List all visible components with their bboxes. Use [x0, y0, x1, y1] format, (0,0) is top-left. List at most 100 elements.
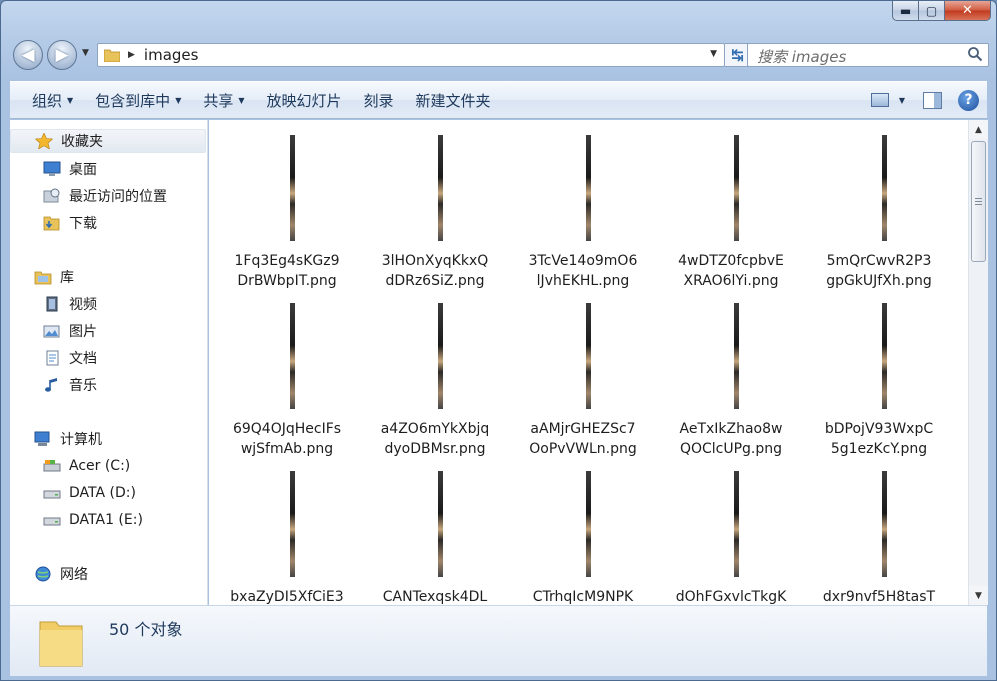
breadcrumb-images[interactable]: images	[144, 46, 199, 64]
scroll-thumb[interactable]	[971, 141, 986, 262]
search-icon[interactable]	[967, 46, 983, 62]
help-icon[interactable]: ?	[958, 89, 979, 111]
forward-button[interactable]: ▶	[47, 40, 77, 70]
include-in-library-menu[interactable]: 包含到库中 ▼	[84, 82, 192, 118]
close-button[interactable]: ✕	[945, 1, 991, 21]
file-item[interactable]: bxaZyDI5XfCiE3	[224, 471, 350, 605]
breadcrumb-arrow-icon[interactable]: ▶	[128, 50, 135, 60]
file-item[interactable]: a4ZO6mYkXbjq dyoDBMsr.png	[372, 303, 498, 463]
file-item[interactable]: dxr9nvf5H8tasT	[816, 471, 942, 605]
share-label: 共享	[203, 91, 234, 110]
back-button[interactable]: ◀	[13, 40, 43, 70]
file-name-line: lJvhEKHL.png	[536, 273, 630, 289]
new-folder-button[interactable]: 新建文件夹	[405, 82, 502, 118]
file-name-line: 3TcVe14o9mO6	[528, 253, 638, 269]
file-name: a4ZO6mYkXbjq dyoDBMsr.png	[372, 419, 498, 459]
file-item[interactable]: 4wDTZ0fcpbvE XRAO6lYi.png	[668, 135, 794, 295]
sidebar-item-computer[interactable]: 计算机	[10, 427, 206, 451]
file-name-line: dxr9nvf5H8tasT	[822, 589, 936, 605]
sidebar-item-music[interactable]: 音乐	[10, 373, 206, 397]
search-input[interactable]: 搜索 images	[747, 43, 989, 67]
downloads-folder-icon	[43, 216, 60, 231]
system-drive-icon	[43, 460, 61, 472]
star-icon	[35, 133, 53, 149]
change-view-icon[interactable]	[870, 93, 889, 107]
sidebar-item-label: 计算机	[60, 432, 102, 448]
address-bar[interactable]: ▶ images ▼	[97, 43, 725, 67]
sidebar-item-label: 视频	[69, 297, 97, 313]
file-name-line: dyoDBMsr.png	[384, 441, 486, 457]
file-item[interactable]: 5mQrCwvR2P3 gpGkUJfXh.png	[816, 135, 942, 295]
folder-icon	[104, 49, 120, 62]
file-item[interactable]: dOhFGxvlcTkgK	[668, 471, 794, 605]
file-name: 1Fq3Eg4sKGz9 DrBWbpIT.png	[224, 251, 350, 291]
sidebar-item-label: 收藏夹	[61, 134, 103, 150]
sidebar-item-network[interactable]: 网络	[10, 562, 206, 586]
organize-label: 组织	[32, 91, 63, 110]
maximize-button[interactable]: ▢	[919, 1, 945, 21]
organize-menu[interactable]: 组织 ▼	[10, 82, 84, 118]
sidebar-item-documents[interactable]: 文档	[10, 346, 206, 370]
file-name-line: dOhFGxvlcTkgK	[675, 589, 787, 605]
share-menu[interactable]: 共享 ▼	[192, 82, 255, 118]
network-icon	[35, 566, 51, 582]
navigation-pane: 收藏夹 桌面 最近访问的位置 下载 库 视频 图片 文档 音乐 计算机 Acer…	[10, 120, 208, 605]
file-item[interactable]: CTrhqIcM9NPK	[520, 471, 646, 605]
file-name: 4wDTZ0fcpbvE XRAO6lYi.png	[668, 251, 794, 291]
file-name-line: gpGkUJfXh.png	[826, 273, 932, 289]
sidebar-item-drive-e[interactable]: DATA1 (E:)	[10, 508, 206, 532]
scroll-down-icon[interactable]: ▼	[969, 586, 988, 605]
file-name-line: OoPvVWLn.png	[529, 441, 637, 457]
image-thumbnail	[734, 471, 739, 577]
address-dropdown-icon[interactable]: ▼	[710, 49, 717, 59]
file-name-line: QOClcUPg.png	[679, 441, 783, 457]
file-item[interactable]: 69Q4OJqHecIFs wjSfmAb.png	[224, 303, 350, 463]
file-name-line: bDPojV93WxpC	[824, 421, 934, 437]
burn-button[interactable]: 刻录	[353, 82, 405, 118]
file-name: aAMjrGHEZSc7 OoPvVWLn.png	[520, 419, 646, 459]
file-item[interactable]: bDPojV93WxpC 5g1ezKcY.png	[816, 303, 942, 463]
file-item[interactable]: 3TcVe14o9mO6 lJvhEKHL.png	[520, 135, 646, 295]
vertical-scrollbar[interactable]: ▲ ▼	[968, 120, 988, 605]
file-item[interactable]: 3lHOnXyqKkxQ dDRz6SiZ.png	[372, 135, 498, 295]
sidebar-item-pictures[interactable]: 图片	[10, 319, 206, 343]
image-thumbnail	[882, 135, 887, 241]
sidebar-item-label: 文档	[69, 351, 97, 367]
sidebar-item-favorites[interactable]: 收藏夹	[10, 129, 206, 153]
slideshow-button[interactable]: 放映幻灯片	[256, 82, 353, 118]
minimize-button[interactable]: ▬	[892, 1, 919, 21]
sidebar-item-desktop[interactable]: 桌面	[10, 157, 206, 181]
sidebar-item-libraries[interactable]: 库	[10, 265, 206, 289]
command-bar: 组织 ▼ 包含到库中 ▼ 共享 ▼ 放映幻灯片 刻录 新建文件夹 ▼ ?	[10, 81, 987, 119]
music-icon	[45, 378, 57, 392]
image-thumbnail	[734, 303, 739, 409]
sidebar-item-label: 桌面	[69, 162, 97, 178]
file-item[interactable]: aAMjrGHEZSc7 OoPvVWLn.png	[520, 303, 646, 463]
recent-pages-dropdown-icon[interactable]: ▼	[82, 48, 89, 58]
sidebar-item-downloads[interactable]: 下载	[10, 211, 206, 235]
file-name-line: 1Fq3Eg4sKGz9	[234, 253, 340, 269]
view-dropdown-icon[interactable]: ▼	[899, 96, 905, 105]
preview-pane-icon[interactable]	[923, 91, 942, 109]
sidebar-item-recent-places[interactable]: 最近访问的位置	[10, 184, 206, 208]
scroll-up-icon[interactable]: ▲	[969, 120, 988, 139]
sidebar-item-label: DATA1 (E:)	[69, 512, 143, 528]
file-name-line: AeTxIkZhao8w	[679, 421, 783, 437]
sidebar-item-drive-c[interactable]: Acer (C:)	[10, 454, 206, 478]
file-name-line: dDRz6SiZ.png	[385, 273, 485, 289]
sidebar-item-drive-d[interactable]: DATA (D:)	[10, 481, 206, 505]
image-thumbnail	[438, 303, 443, 409]
image-thumbnail	[882, 303, 887, 409]
file-item[interactable]: AeTxIkZhao8w QOClcUPg.png	[668, 303, 794, 463]
file-item[interactable]: CANTexqsk4DL	[372, 471, 498, 605]
drive-icon	[43, 517, 61, 526]
image-thumbnail	[290, 471, 295, 577]
sidebar-item-label: 音乐	[69, 378, 97, 394]
video-icon	[46, 296, 58, 312]
image-thumbnail	[882, 471, 887, 577]
file-item[interactable]: 1Fq3Eg4sKGz9 DrBWbpIT.png	[224, 135, 350, 295]
file-name: CANTexqsk4DL	[372, 587, 498, 605]
explorer-window: ▬ ▢ ✕ ◀ ▶ ▼ ▶ images ▼ ↹ 搜索 images 组织 ▼	[0, 0, 997, 681]
file-name-line: a4ZO6mYkXbjq	[380, 421, 490, 437]
sidebar-item-videos[interactable]: 视频	[10, 292, 206, 316]
